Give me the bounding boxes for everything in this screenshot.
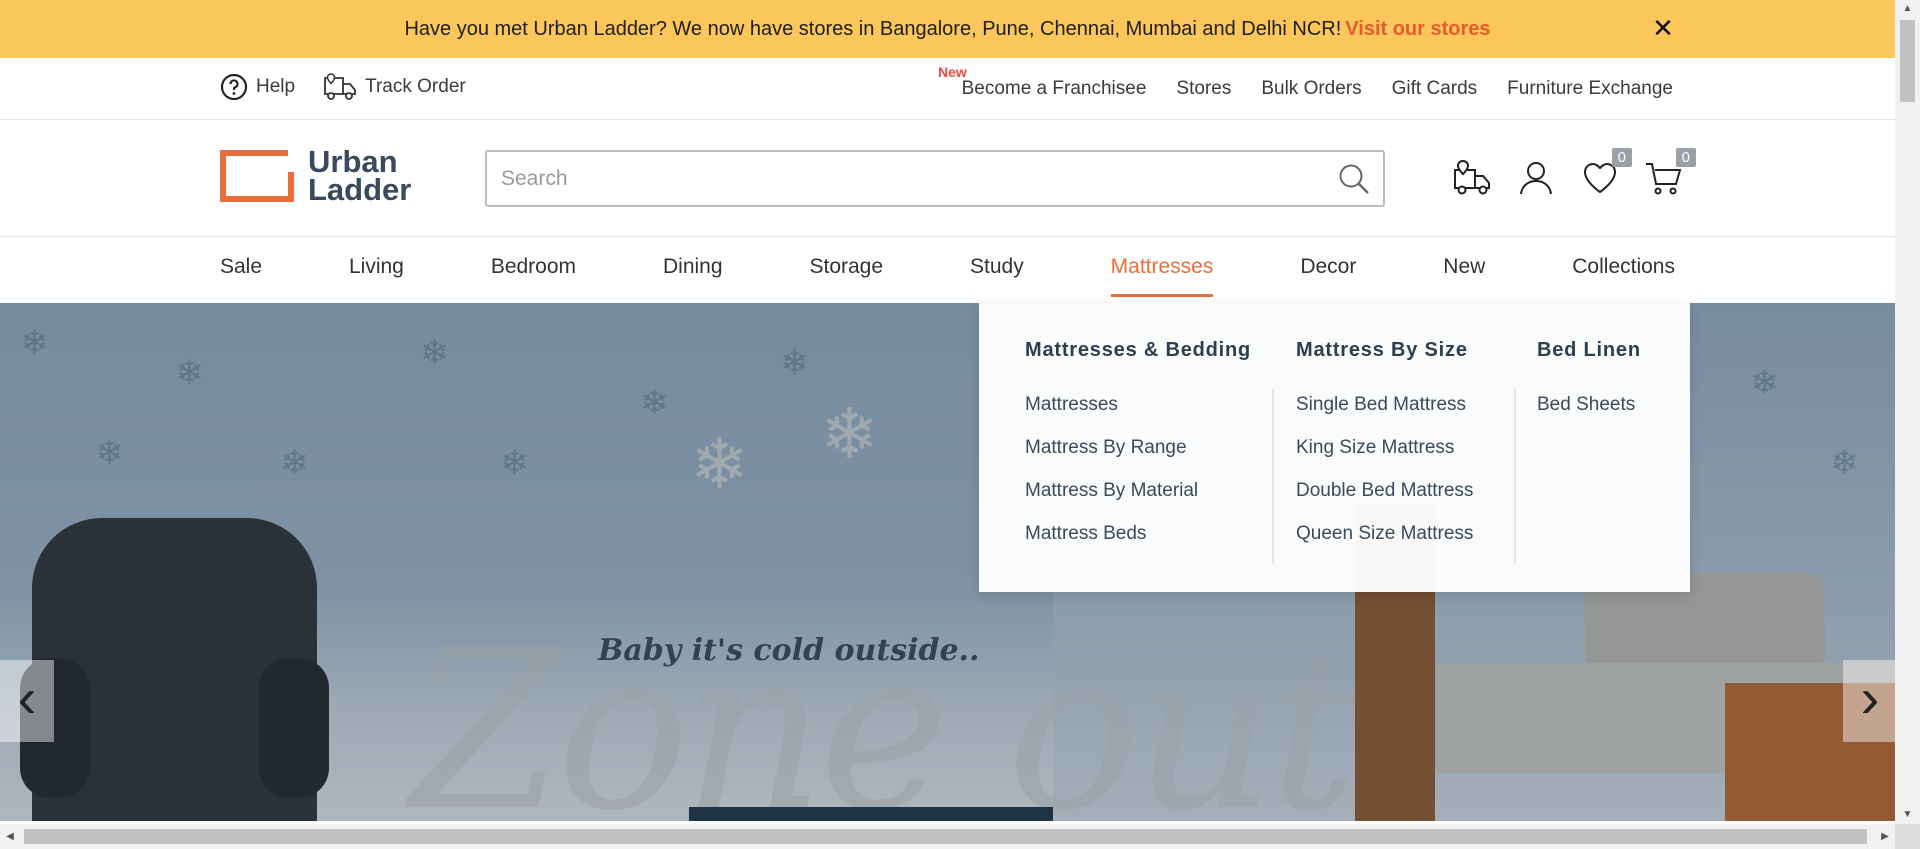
help-link[interactable]: Help	[220, 73, 295, 101]
menu-link[interactable]: Single Bed Mattress	[1296, 394, 1473, 437]
nav-living[interactable]: Living	[349, 237, 404, 303]
track-order-label: Track Order	[365, 76, 466, 97]
logo-line2: Ladder	[308, 172, 412, 207]
announcement-bar: Have you met Urban Ladder? We now have s…	[0, 0, 1895, 58]
vertical-scroll-thumb[interactable]	[1900, 20, 1915, 102]
nav-new[interactable]: New	[1443, 237, 1485, 303]
nav-dining[interactable]: Dining	[663, 237, 723, 303]
vertical-scrollbar[interactable]: ▲ ▼	[1895, 0, 1920, 824]
menu-heading[interactable]: Bed Linen	[1537, 339, 1641, 362]
menu-link[interactable]: Mattress By Range	[1025, 437, 1251, 480]
nav-study[interactable]: Study	[970, 237, 1024, 303]
menu-link[interactable]: Queen Size Mattress	[1296, 523, 1473, 566]
search-box	[485, 150, 1385, 207]
menu-link[interactable]: Mattresses	[1025, 394, 1251, 437]
help-label: Help	[256, 76, 296, 97]
menu-column-bedding: Mattresses & Bedding Mattresses Mattress…	[1025, 339, 1251, 566]
menu-divider	[1514, 389, 1516, 564]
stores-link[interactable]: Stores	[1176, 78, 1231, 100]
cart-button[interactable]: 0	[1644, 148, 1696, 198]
nav-decor[interactable]: Decor	[1300, 237, 1356, 303]
logo-mark	[220, 150, 294, 202]
menu-column-linen: Bed Linen Bed Sheets	[1537, 339, 1641, 437]
carousel-next-button[interactable]: ›	[1843, 660, 1897, 742]
bulk-orders-link[interactable]: Bulk Orders	[1261, 78, 1361, 100]
scroll-down-icon[interactable]: ▼	[1895, 806, 1920, 824]
wishlist-button[interactable]: 0	[1580, 148, 1632, 198]
scroll-up-icon[interactable]: ▲	[1895, 0, 1920, 18]
scroll-right-icon[interactable]: ▶	[1875, 824, 1895, 849]
menu-column-size: Mattress By Size Single Bed Mattress Kin…	[1296, 339, 1473, 566]
track-order-link[interactable]: Track Order	[323, 72, 466, 102]
logo-text: Urban Ladder	[308, 146, 412, 207]
nav-mattresses[interactable]: Mattresses	[1110, 237, 1213, 303]
become-franchisee-link[interactable]: Become a Franchisee	[962, 78, 1147, 100]
nav-collections[interactable]: Collections	[1572, 237, 1675, 303]
account-button[interactable]	[1516, 158, 1556, 198]
announcement-text: Have you met Urban Ladder? We now have s…	[404, 17, 1342, 40]
menu-heading[interactable]: Mattresses & Bedding	[1025, 339, 1251, 362]
nav-sale[interactable]: Sale	[220, 237, 262, 303]
site-header: Urban Ladder 0 0	[0, 120, 1895, 237]
furniture-exchange-link[interactable]: Furniture Exchange	[1507, 78, 1673, 100]
store-locator-button[interactable]	[1452, 158, 1492, 198]
truck-icon	[324, 73, 356, 100]
close-icon[interactable]: ✕	[1648, 13, 1678, 43]
main-nav: Sale Living Bedroom Dining Storage Study…	[0, 237, 1895, 303]
menu-heading[interactable]: Mattress By Size	[1296, 339, 1473, 362]
horizontal-scroll-thumb[interactable]	[24, 829, 1867, 844]
menu-divider	[1272, 389, 1274, 564]
gift-cards-link[interactable]: Gift Cards	[1392, 78, 1478, 100]
visit-stores-link[interactable]: Visit our stores	[1345, 18, 1490, 41]
horizontal-scrollbar[interactable]: ◀ ▶	[0, 824, 1895, 849]
scroll-left-icon[interactable]: ◀	[0, 824, 20, 849]
nav-storage[interactable]: Storage	[809, 237, 883, 303]
menu-link[interactable]: Bed Sheets	[1537, 394, 1641, 437]
mattresses-mega-menu: Mattresses & Bedding Mattresses Mattress…	[979, 303, 1690, 592]
menu-link[interactable]: King Size Mattress	[1296, 437, 1473, 480]
nav-bedroom[interactable]: Bedroom	[491, 237, 576, 303]
scrollbar-corner	[1895, 824, 1920, 849]
help-icon	[220, 73, 248, 101]
cart-count: 0	[1675, 148, 1696, 167]
utility-bar: Help Track Order New Become a Franchisee…	[0, 58, 1895, 120]
wishlist-count: 0	[1611, 148, 1632, 167]
carousel-prev-button[interactable]: ‹	[0, 660, 54, 742]
search-icon[interactable]	[1337, 162, 1371, 196]
menu-link[interactable]: Mattress By Material	[1025, 480, 1251, 523]
menu-link[interactable]: Double Bed Mattress	[1296, 480, 1473, 523]
search-input[interactable]	[487, 152, 1307, 205]
user-icon	[1520, 162, 1552, 195]
store-truck-icon	[1454, 159, 1490, 195]
menu-link[interactable]: Mattress Beds	[1025, 523, 1251, 566]
logo[interactable]: Urban Ladder	[220, 146, 412, 207]
